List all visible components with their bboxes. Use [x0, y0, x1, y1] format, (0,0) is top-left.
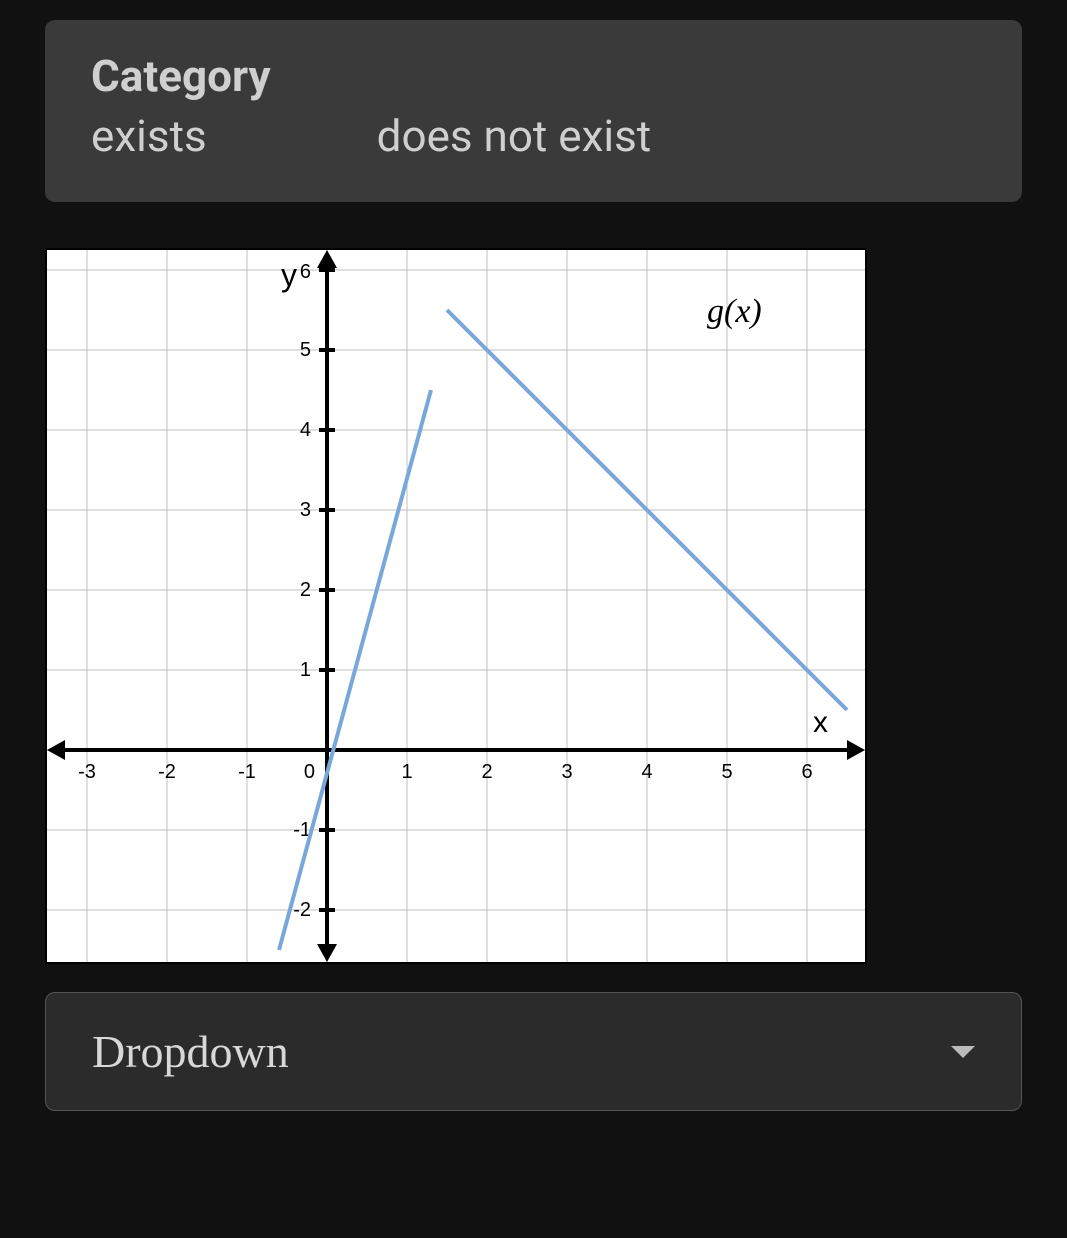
function-graph: -3 -2 -1 0 1 2 3 4 5 6 -2 -1 1 2 3 4 5 6…: [47, 250, 865, 962]
category-options-row: exists does not exist: [91, 110, 976, 162]
category-title: Category: [91, 50, 976, 102]
x-tick-2: 2: [481, 761, 492, 783]
x-axis-label: x: [813, 706, 828, 739]
y-tick-5: 5: [300, 339, 311, 361]
y-tick-1: 1: [300, 659, 311, 681]
category-option-exists[interactable]: exists: [91, 110, 207, 162]
y-tick-3: 3: [300, 499, 311, 521]
x-tick-1: 1: [401, 761, 412, 783]
y-axis-label: y: [281, 257, 297, 293]
x-tick-neg1: -1: [238, 761, 256, 783]
graph-panel: -3 -2 -1 0 1 2 3 4 5 6 -2 -1 1 2 3 4 5 6…: [45, 248, 867, 964]
x-tick-3: 3: [561, 761, 572, 783]
x-tick-6: 6: [801, 761, 812, 783]
x-tick-5: 5: [721, 761, 732, 783]
function-label: g(x): [707, 293, 762, 330]
y-tick-neg2: -2: [293, 899, 311, 921]
category-card: Category exists does not exist: [45, 20, 1022, 202]
x-tick-neg2: -2: [158, 761, 176, 783]
y-tick-6: 6: [300, 261, 311, 283]
chevron-down-icon: [951, 1046, 975, 1058]
y-tick-4: 4: [300, 419, 311, 441]
dropdown[interactable]: Dropdown: [45, 992, 1022, 1111]
x-tick-neg3: -3: [78, 761, 96, 783]
category-option-does-not-exist[interactable]: does not exist: [377, 110, 652, 162]
dropdown-label: Dropdown: [92, 1025, 289, 1078]
y-tick-2: 2: [300, 579, 311, 601]
x-tick-0: 0: [304, 761, 315, 783]
x-tick-4: 4: [641, 761, 652, 783]
